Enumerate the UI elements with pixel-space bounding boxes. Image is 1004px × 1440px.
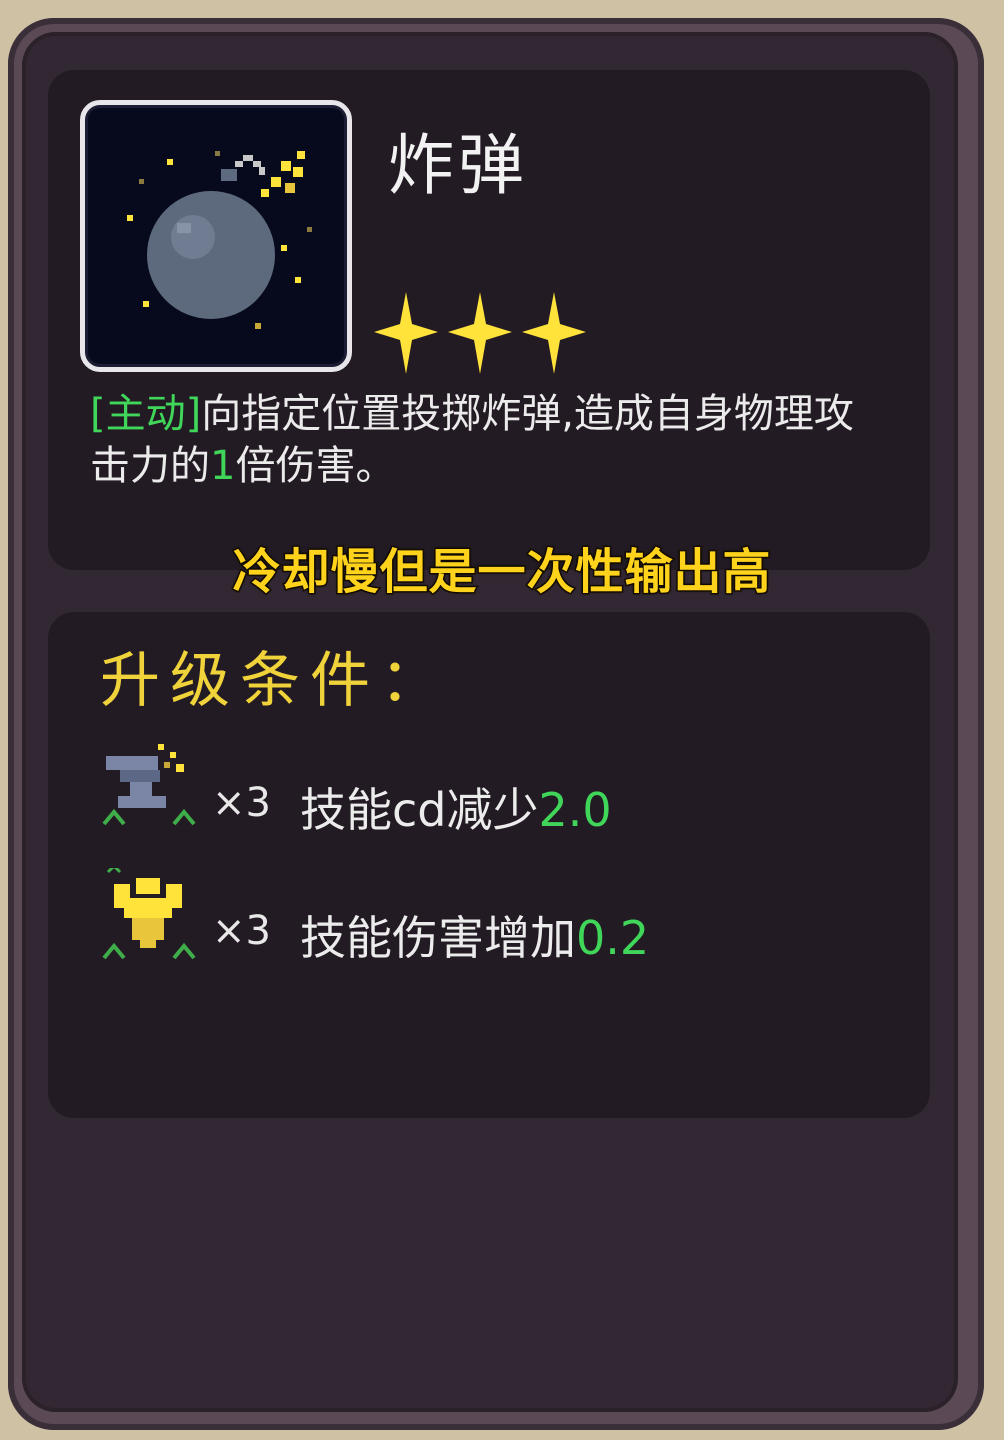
strength-icon	[102, 868, 196, 960]
upgrade-title: 升级条件：	[100, 646, 450, 716]
condition-multiplier: ×3	[212, 780, 271, 826]
condition-value: 0.2	[576, 911, 650, 965]
anvil-icon	[102, 744, 196, 826]
item-description: [主动]向指定位置投掷炸弹,造成自身物理攻击力的1倍伤害。	[90, 388, 890, 492]
condition-label: 技能伤害增加	[300, 911, 576, 965]
description-text: 向指定位置投掷炸弹,造成自身物理攻击力的	[90, 391, 854, 489]
upgrade-condition: ×3 技能cd减少2.0	[100, 740, 800, 850]
star-icon	[448, 292, 512, 374]
condition-text: 技能伤害增加0.2	[300, 902, 649, 968]
upgrade-condition: ×3 技能伤害增加0.2	[100, 868, 800, 978]
star-icon	[374, 292, 438, 374]
description-text-end: 倍伤害。	[235, 443, 396, 489]
bomb-icon	[127, 151, 312, 329]
skill-type-tag: [主动]	[90, 391, 202, 437]
damage-multiplier: 1	[210, 443, 236, 489]
condition-multiplier: ×3	[212, 908, 271, 954]
item-icon-frame[interactable]	[80, 100, 352, 372]
star-icon	[522, 292, 586, 374]
item-name: 炸弹	[388, 127, 528, 204]
star-rating	[374, 292, 586, 374]
condition-text: 技能cd减少2.0	[300, 774, 612, 840]
condition-label: 技能cd减少	[300, 783, 539, 837]
caption-note: 冷却慢但是一次性输出高	[231, 543, 772, 602]
condition-value: 2.0	[538, 783, 612, 837]
